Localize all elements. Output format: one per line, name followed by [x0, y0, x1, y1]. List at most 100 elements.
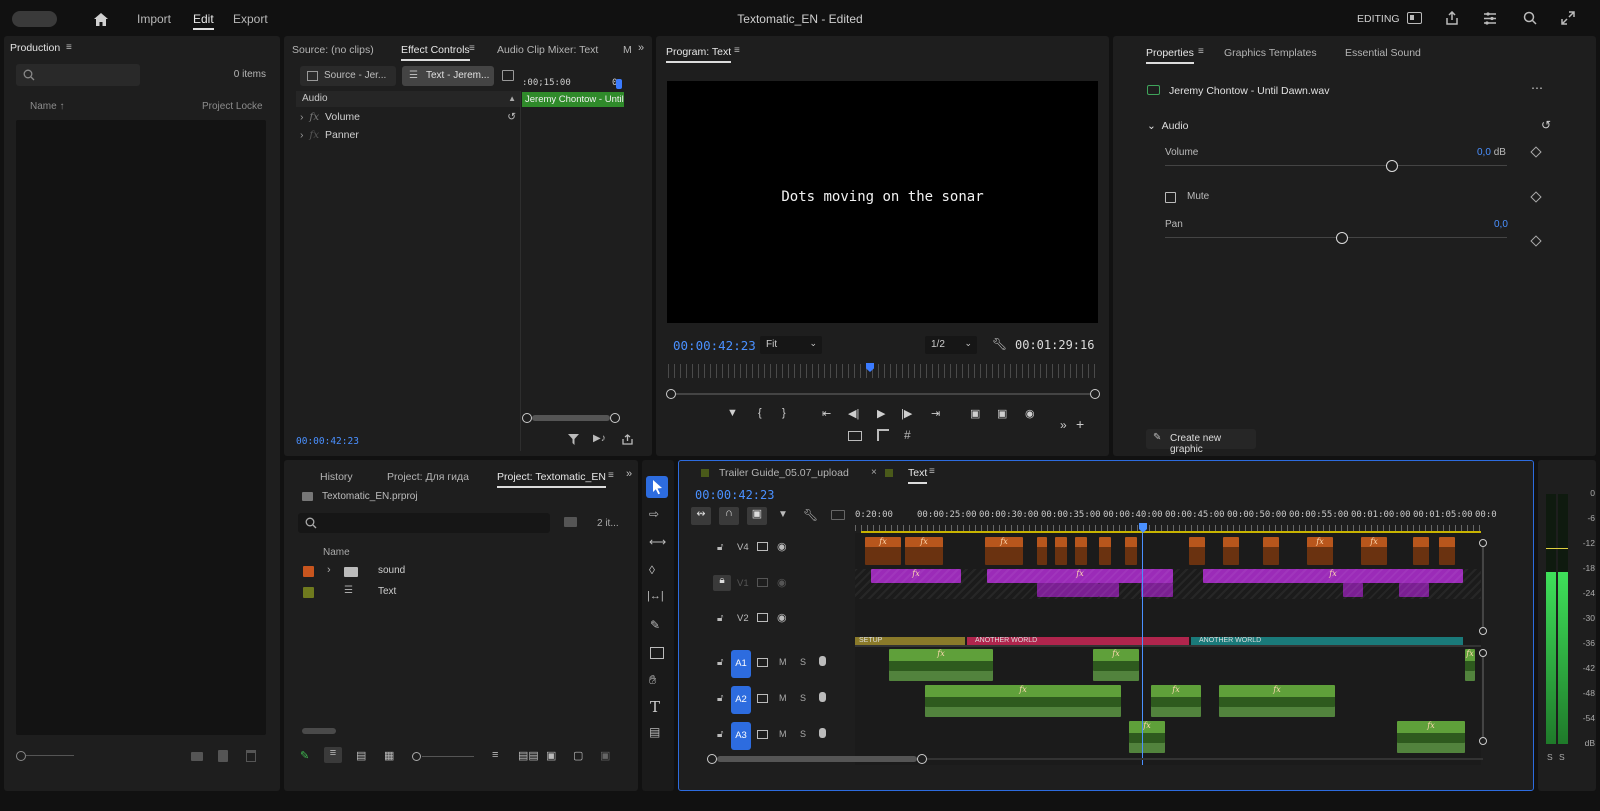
program-video-frame[interactable]: Dots moving on the sonar — [667, 81, 1098, 323]
quick-settings-icon[interactable] — [1482, 10, 1498, 26]
video-clip-v4[interactable] — [1189, 537, 1205, 565]
caption-clip[interactable]: ANOTHER WORLD — [967, 637, 1189, 645]
keyframe-icon[interactable] — [1530, 191, 1542, 203]
captions-icon[interactable] — [831, 510, 845, 520]
panel-menu-icon[interactable]: ≡ — [929, 466, 935, 477]
mark-in-icon[interactable]: { — [758, 407, 762, 419]
step-back-icon[interactable]: ◀| — [848, 407, 859, 420]
hand-tool-icon[interactable]: ✋︎ — [649, 672, 656, 688]
panel-menu-icon[interactable]: ≡ — [1198, 46, 1204, 57]
ec-clip-bar[interactable]: Jeremy Chontow - Until — [522, 92, 624, 107]
eye-icon[interactable]: ◉ — [777, 611, 787, 624]
new-item-icon[interactable] — [218, 750, 228, 762]
mute-track-button[interactable]: M — [779, 693, 787, 703]
timeline-zoom-scroll[interactable] — [707, 754, 1483, 764]
tab-essential-sound[interactable]: Essential Sound — [1345, 47, 1421, 59]
type-tool-icon[interactable]: T — [650, 698, 660, 716]
locked-track-hatch[interactable] — [855, 569, 1481, 599]
new-search-bin-icon[interactable] — [564, 517, 577, 527]
microphone-icon[interactable] — [819, 656, 826, 666]
sync-lock-icon[interactable] — [757, 542, 768, 551]
new-bin-icon[interactable] — [191, 752, 203, 761]
video-clip-v4[interactable] — [1223, 537, 1239, 565]
tab-graphics-templates[interactable]: Graphics Templates — [1224, 47, 1317, 59]
meter-solo-left[interactable]: S — [1547, 752, 1553, 762]
track-select-tool-icon[interactable]: ⇨ — [649, 507, 659, 521]
source-patch-a3[interactable]: A3 — [731, 722, 751, 750]
icon-view-icon[interactable]: ▤ — [356, 749, 366, 762]
tab-properties[interactable]: Properties — [1146, 47, 1194, 64]
sync-lock-icon[interactable] — [757, 658, 768, 667]
resolution-dropdown[interactable]: 1/2 ⌄ — [925, 336, 977, 354]
pencil-icon[interactable]: ✎ — [300, 749, 309, 762]
volume-value[interactable]: 0,0 dB — [1477, 147, 1506, 158]
volume-slider[interactable] — [1165, 160, 1507, 172]
go-to-in-icon[interactable]: ⇤ — [822, 407, 831, 420]
keyframe-icon[interactable] — [1530, 235, 1542, 247]
panel-menu-icon[interactable]: ≡ — [469, 43, 475, 54]
source-patch-a1[interactable]: A1 — [731, 650, 751, 678]
list-item[interactable]: ☰ Text — [298, 584, 618, 602]
pan-value[interactable]: 0,0 — [1494, 219, 1508, 230]
grid-icon[interactable]: # — [904, 428, 911, 442]
add-button-icon[interactable]: + — [1076, 416, 1084, 432]
share-icon[interactable] — [1444, 10, 1460, 26]
project-search-input[interactable] — [298, 513, 550, 533]
rectangle-tool-icon[interactable] — [650, 647, 664, 659]
nest-toggle-icon[interactable]: ↭ — [691, 507, 711, 525]
audio-vertical-scrollbar[interactable] — [1479, 649, 1487, 745]
ec-timecode[interactable]: 00:00:42:23 — [296, 436, 359, 447]
trash-icon[interactable] — [246, 750, 256, 762]
video-clip-v4[interactable] — [1125, 537, 1137, 565]
video-vertical-scrollbar[interactable] — [1479, 539, 1487, 635]
keyframe-icon[interactable] — [1530, 146, 1542, 158]
filter-icon[interactable] — [567, 433, 579, 445]
list-item[interactable]: › sound — [298, 563, 618, 581]
video-clip-v4[interactable]: fx — [865, 537, 901, 565]
razor-tool-icon[interactable]: ◊ — [649, 563, 655, 577]
lock-icon[interactable]: 🔓︎ — [717, 657, 723, 668]
production-search-input[interactable] — [16, 64, 140, 86]
timeline-settings-icon[interactable]: 🔧︎ — [803, 508, 818, 522]
video-clip-v4[interactable] — [1075, 537, 1087, 565]
panel-menu-icon[interactable]: ≡ — [734, 45, 740, 56]
new-bin-icon[interactable]: ▣ — [546, 749, 556, 762]
pan-slider[interactable] — [1165, 232, 1507, 244]
close-tab-icon[interactable]: × — [871, 467, 877, 478]
ripple-edit-tool-icon[interactable]: ⟷ — [649, 535, 666, 549]
snap-icon[interactable]: ∩ — [719, 507, 739, 525]
caption-clip[interactable]: ANOTHER WORLD — [1191, 637, 1463, 645]
lock-icon[interactable]: 🔒︎ — [713, 575, 731, 591]
microphone-icon[interactable] — [819, 728, 826, 738]
panel-menu-icon[interactable]: ≡ — [608, 470, 614, 481]
mark-out-icon[interactable]: } — [782, 407, 786, 419]
fit-dropdown[interactable]: Fit ⌄ — [760, 336, 822, 354]
automate-to-sequence-icon[interactable]: ▤▤ — [518, 749, 539, 762]
solo-track-button[interactable]: S — [800, 657, 806, 667]
add-marker-icon[interactable]: ▼ — [778, 509, 788, 520]
workspace-label[interactable]: EDITING — [1357, 13, 1400, 25]
list-view-icon[interactable]: ≡ — [324, 747, 342, 763]
project-column-name[interactable]: Name — [323, 547, 350, 558]
tab-audio-clip-mixer[interactable]: Audio Clip Mixer: Text — [497, 44, 598, 56]
extract-icon[interactable]: ▣ — [997, 407, 1007, 420]
camera-icon[interactable]: ◉ — [1025, 407, 1035, 420]
add-marker-icon[interactable]: ▼ — [727, 407, 738, 419]
microphone-icon[interactable] — [819, 692, 826, 702]
video-clip-v4[interactable]: fx — [985, 537, 1023, 565]
safe-margins-icon[interactable] — [848, 431, 862, 441]
play-audio-icon[interactable]: ▶♪ — [593, 433, 606, 444]
toggle-timeline-icon[interactable] — [502, 70, 514, 81]
more-options-icon[interactable]: ⋯ — [1531, 81, 1543, 95]
sync-lock-icon[interactable] — [757, 730, 768, 739]
tab-project-guide[interactable]: Project: Для гида — [387, 471, 469, 483]
workspaces-icon[interactable] — [1407, 12, 1422, 24]
column-name[interactable]: Name ↑ — [30, 101, 64, 112]
caption-track[interactable]: SETUP ANOTHER WORLD ANOTHER WORLD — [855, 637, 1481, 645]
sort-icon[interactable]: ≡ — [492, 749, 498, 761]
effect-volume[interactable]: › fx Volume ↺ — [300, 111, 520, 127]
solo-track-button[interactable]: S — [800, 693, 806, 703]
tab-text-sequence[interactable]: Text — [908, 467, 928, 484]
eye-icon[interactable]: ◉ — [777, 576, 787, 589]
new-item-icon[interactable]: ▢ — [573, 749, 583, 762]
